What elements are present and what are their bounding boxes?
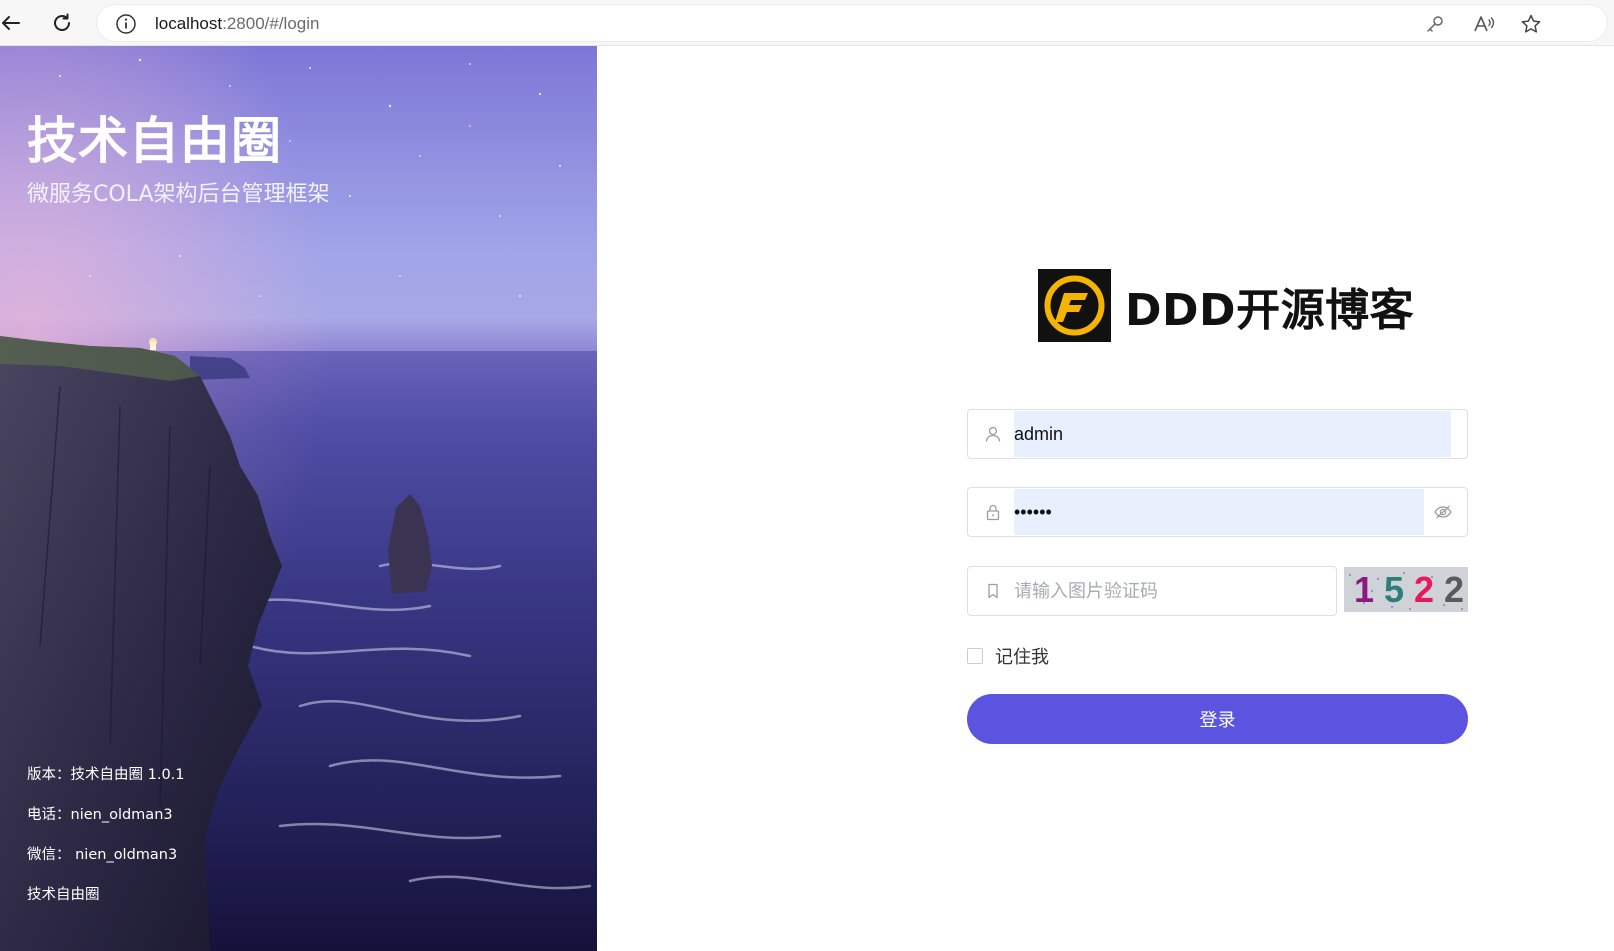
url-path: :2800/#/login: [222, 14, 320, 33]
captcha-field[interactable]: [967, 566, 1337, 616]
captcha-digit: 1: [1354, 569, 1375, 610]
read-aloud-icon[interactable]: [1472, 12, 1496, 36]
wechat-text: 微信： nien_oldman3: [27, 847, 178, 863]
hero-title: 技术自由圈: [27, 112, 282, 170]
refresh-icon[interactable]: [48, 9, 76, 37]
back-arrow-icon[interactable]: [0, 9, 24, 37]
password-input[interactable]: [1014, 489, 1424, 535]
captcha-image[interactable]: 1 5 2 2: [1344, 567, 1468, 612]
captcha-digit: 2: [1444, 569, 1465, 610]
brand-logo: DDD开源博客: [1038, 269, 1414, 342]
phone-text: 电话：nien_oldman3: [27, 807, 173, 823]
footer-text: 技术自由圈: [27, 887, 100, 903]
hero-panel: 技术自由圈 微服务COLA架构后台管理框架 版本：技术自由圈 1.0.1 电话：…: [0, 46, 597, 951]
hero-subtitle: 微服务COLA架构后台管理框架: [27, 182, 330, 207]
key-icon[interactable]: [1423, 12, 1447, 36]
favorite-star-icon[interactable]: [1519, 12, 1543, 36]
lock-icon: [984, 503, 1002, 521]
bookmark-icon: [984, 582, 1002, 600]
remember-me[interactable]: 记住我: [967, 643, 1049, 669]
remember-label: 记住我: [995, 647, 1049, 668]
address-bar[interactable]: localhost:2800/#/login: [96, 4, 1608, 42]
version-text: 版本：技术自由圈 1.0.1: [27, 767, 185, 783]
captcha-digit: 5: [1384, 569, 1405, 610]
eye-slash-icon[interactable]: [1433, 502, 1453, 522]
remember-checkbox[interactable]: [967, 648, 983, 664]
url-text[interactable]: localhost:2800/#/login: [155, 13, 319, 35]
captcha-digit: 2: [1414, 569, 1435, 610]
url-host: localhost: [155, 14, 223, 33]
username-field[interactable]: [967, 409, 1468, 459]
password-field[interactable]: [967, 487, 1468, 537]
username-input[interactable]: [1014, 411, 1451, 457]
login-button[interactable]: 登录: [967, 694, 1468, 744]
brand-name: DDD开源博客: [1125, 284, 1415, 336]
logo-mark-icon: [1038, 269, 1111, 342]
captcha-input[interactable]: [1014, 568, 1324, 614]
user-icon: [984, 425, 1002, 443]
browser-toolbar: localhost:2800/#/login: [0, 0, 1614, 46]
site-info-icon[interactable]: [115, 13, 137, 35]
